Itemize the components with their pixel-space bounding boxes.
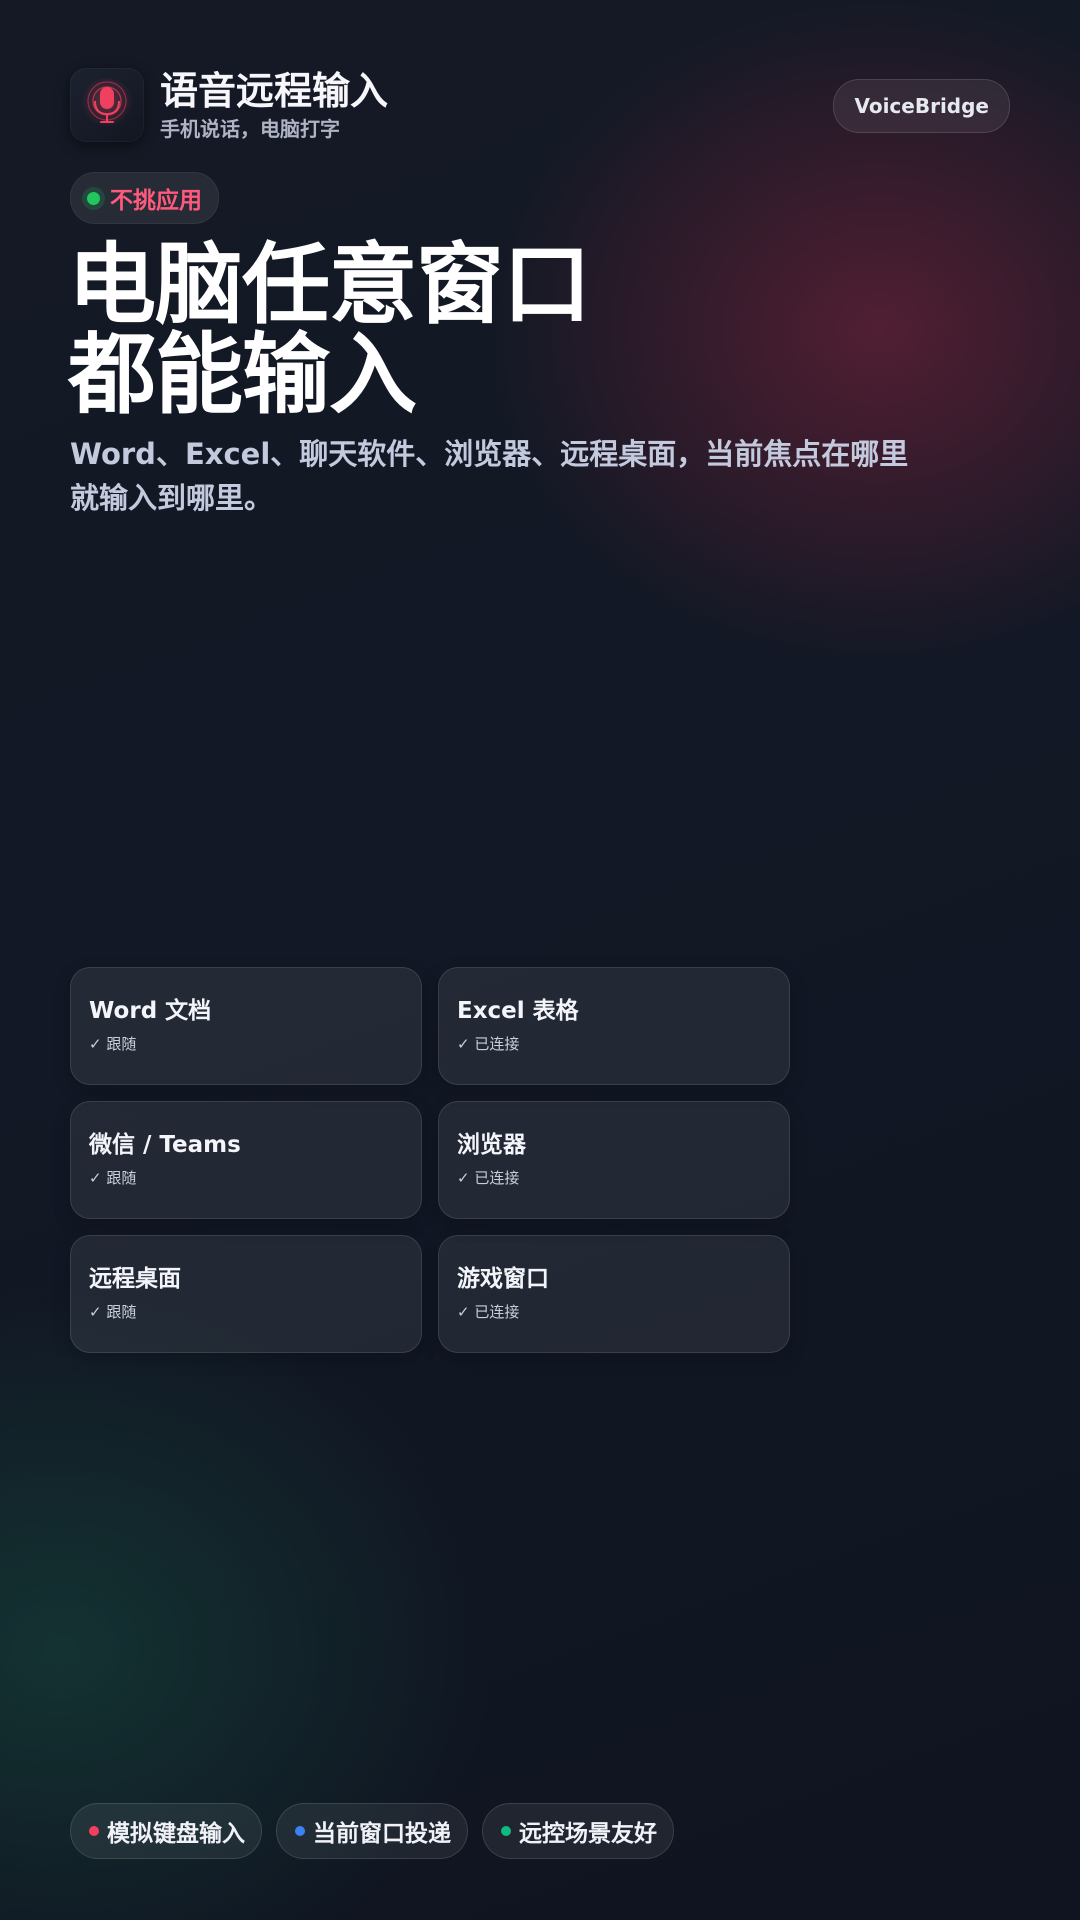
app-card-word[interactable]: Word 文档 ✓ 跟随: [70, 967, 422, 1085]
brand-block: 语音远程输入 手机说话，电脑打字: [160, 68, 388, 142]
card-title: Word 文档: [89, 998, 212, 1024]
card-status: ✓ 已连接: [457, 1035, 520, 1053]
chip-dot-icon: [89, 1826, 99, 1836]
app-card-remote-desktop[interactable]: 远程桌面 ✓ 跟随: [70, 1235, 422, 1353]
card-title: 浏览器: [457, 1132, 526, 1158]
app-card-game[interactable]: 游戏窗口 ✓ 已连接: [438, 1235, 790, 1353]
chip-label: 当前窗口投递: [313, 1821, 451, 1847]
card-status: ✓ 跟随: [89, 1303, 137, 1321]
brand-pill[interactable]: VoiceBridge: [833, 79, 1010, 133]
card-title: 微信 / Teams: [89, 1132, 241, 1158]
chip-label: 模拟键盘输入: [107, 1821, 245, 1847]
app-card-chat[interactable]: 微信 / Teams ✓ 跟随: [70, 1101, 422, 1219]
card-title: 游戏窗口: [457, 1266, 549, 1292]
headline-line-2: 都能输入: [68, 323, 417, 426]
microphone-icon: [81, 78, 133, 130]
chip-dot-icon: [501, 1826, 511, 1836]
card-status: ✓ 已连接: [457, 1303, 520, 1321]
chip-dot-icon: [295, 1826, 305, 1836]
app-card-excel[interactable]: Excel 表格 ✓ 已连接: [438, 967, 790, 1085]
card-status: ✓ 已连接: [457, 1169, 520, 1187]
app-subtitle: 手机说话，电脑打字: [160, 117, 340, 141]
app-card-grid: Word 文档 ✓ 跟随 Excel 表格 ✓ 已连接 微信 / Teams ✓…: [70, 967, 790, 1353]
chip-label: 远控场景友好: [519, 1821, 657, 1847]
app-logo: [70, 68, 144, 142]
card-title: 远程桌面: [89, 1266, 181, 1292]
chip-keyboard-input[interactable]: 模拟键盘输入: [70, 1803, 262, 1859]
chip-remote-friendly[interactable]: 远控场景友好: [482, 1803, 674, 1859]
hero-description: Word、Excel、聊天软件、浏览器、远程桌面，当前焦点在哪里就输入到哪里。: [70, 437, 909, 515]
chip-window-delivery[interactable]: 当前窗口投递: [276, 1803, 468, 1859]
app-header: 语音远程输入 手机说话，电脑打字: [70, 68, 388, 142]
headline-line-1: 电脑任意窗口: [68, 233, 591, 336]
status-dot-icon: [87, 191, 100, 205]
app-title: 语音远程输入: [160, 69, 389, 113]
app-card-browser[interactable]: 浏览器 ✓ 已连接: [438, 1101, 790, 1219]
feature-tag: 不挑应用: [70, 172, 219, 224]
card-title: Excel 表格: [457, 998, 579, 1024]
card-status: ✓ 跟随: [89, 1169, 137, 1187]
feature-chips: 模拟键盘输入 当前窗口投递 远控场景友好: [70, 1803, 688, 1859]
card-status: ✓ 跟随: [89, 1035, 137, 1053]
feature-tag-label: 不挑应用: [110, 188, 202, 214]
hero-headline: 电脑任意窗口 都能输入: [68, 233, 591, 426]
